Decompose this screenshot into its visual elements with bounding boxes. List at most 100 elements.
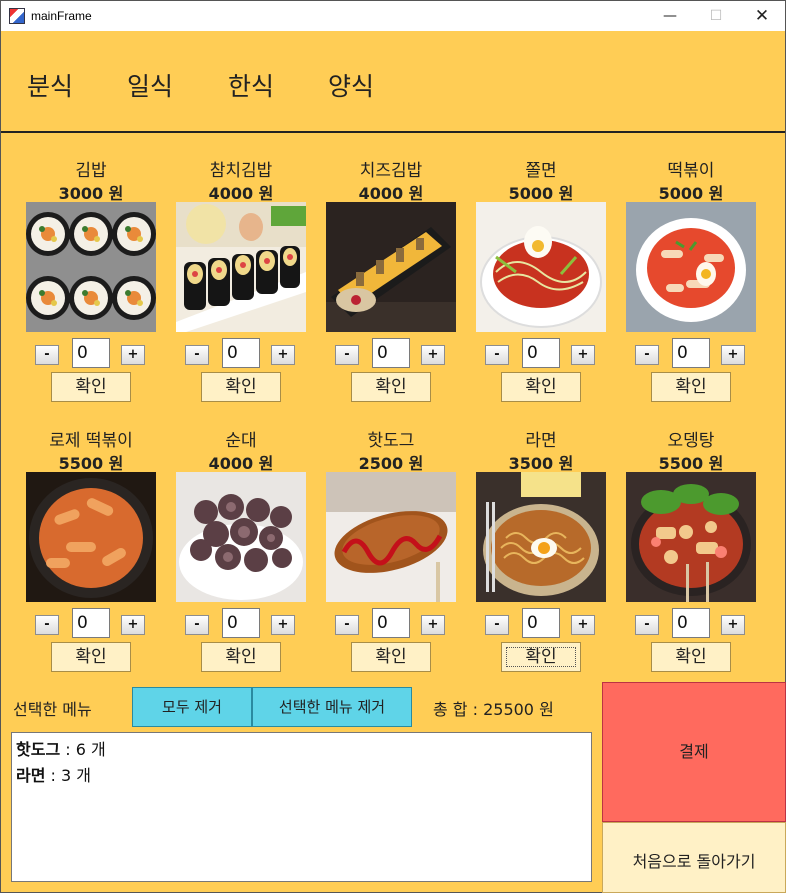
list-item[interactable]: 라면 : 3 개 (16, 763, 587, 789)
minus-button[interactable]: - (485, 345, 509, 365)
minus-button[interactable]: - (185, 615, 209, 635)
order-item-name: 핫도그 (16, 740, 61, 759)
confirm-button[interactable]: 확인 (351, 372, 431, 402)
quantity-field[interactable]: 0 (222, 338, 260, 368)
item-price: 5000 원 (508, 184, 574, 203)
confirm-button[interactable]: 확인 (501, 372, 581, 402)
title-bar: mainFrame — ☐ ✕ (1, 1, 785, 31)
item-price: 4000 원 (208, 184, 274, 203)
main-frame-window: mainFrame — ☐ ✕ 분식 일식 한식 양식 김밥 3000 원 - … (0, 0, 786, 893)
confirm-button[interactable]: 확인 (651, 642, 731, 672)
ramen-photo (476, 472, 606, 602)
confirm-button[interactable]: 확인 (201, 372, 281, 402)
confirm-button[interactable]: 확인 (501, 642, 581, 672)
confirm-button[interactable]: 확인 (651, 372, 731, 402)
odeng-tang-photo (626, 472, 756, 602)
item-price: 3500 원 (508, 454, 574, 473)
item-price: 5000 원 (658, 184, 724, 203)
minus-button[interactable]: - (335, 615, 359, 635)
cheese-gimbap-photo (326, 202, 456, 332)
maximize-button[interactable]: ☐ (693, 1, 739, 31)
remove-all-button[interactable]: 모두 제거 (132, 687, 252, 727)
order-list[interactable]: 핫도그 : 6 개 라면 : 3 개 (11, 732, 592, 882)
item-name: 오뎅탕 (667, 431, 715, 451)
item-name: 라면 (525, 431, 557, 451)
menu-item-tuna-gimbap: 참치김밥 4000 원 - 0 + 확인 (176, 156, 326, 416)
item-name: 떡볶이 (667, 161, 715, 181)
plus-button[interactable]: + (121, 345, 145, 365)
item-price: 2500 원 (358, 454, 424, 473)
plus-button[interactable]: + (121, 615, 145, 635)
category-bunsik[interactable]: 분식 (27, 67, 73, 103)
plus-button[interactable]: + (721, 345, 745, 365)
minus-button[interactable]: - (185, 345, 209, 365)
hotdog-photo (326, 472, 456, 602)
item-name: 치즈김밥 (359, 161, 423, 181)
order-item-name: 라면 (16, 766, 46, 785)
close-button[interactable]: ✕ (739, 1, 785, 31)
minus-button[interactable]: - (35, 345, 59, 365)
order-item-qty: : 3 개 (45, 766, 92, 785)
plus-button[interactable]: + (421, 345, 445, 365)
confirm-button[interactable]: 확인 (201, 642, 281, 672)
window-title: mainFrame (31, 9, 92, 23)
item-price: 5500 원 (58, 454, 124, 473)
quantity-field[interactable]: 0 (222, 608, 260, 638)
rose-tteokbokki-photo (26, 472, 156, 602)
category-yangsik[interactable]: 양식 (328, 67, 374, 103)
minus-button[interactable]: - (635, 615, 659, 635)
java-app-icon (9, 8, 25, 24)
plus-button[interactable]: + (421, 615, 445, 635)
item-price: 3000 원 (58, 184, 124, 203)
list-item[interactable]: 핫도그 : 6 개 (16, 737, 587, 763)
minus-button[interactable]: - (485, 615, 509, 635)
plus-button[interactable]: + (721, 615, 745, 635)
category-ilsik[interactable]: 일식 (127, 67, 173, 103)
menu-item-tteokbokki: 떡볶이 5000 원 - 0 + 확인 (626, 156, 776, 416)
order-item-qty: : 6 개 (60, 740, 106, 759)
item-price: 4000 원 (358, 184, 424, 203)
quantity-field[interactable]: 0 (372, 338, 410, 368)
menu-item-sundae: 순대 4000 원 - 0 + 확인 (176, 426, 326, 686)
plus-button[interactable]: + (571, 345, 595, 365)
quantity-field[interactable]: 0 (672, 608, 710, 638)
menu-item-hotdog: 핫도그 2500 원 - 0 + 확인 (326, 426, 476, 686)
item-name: 참치김밥 (209, 161, 273, 181)
minus-button[interactable]: - (35, 615, 59, 635)
minimize-button[interactable]: — (647, 1, 693, 31)
quantity-field[interactable]: 0 (72, 338, 110, 368)
remove-selected-button[interactable]: 선택한 메뉴 제거 (252, 687, 412, 727)
plus-button[interactable]: + (271, 345, 295, 365)
quantity-field[interactable]: 0 (72, 608, 110, 638)
category-hansik[interactable]: 한식 (228, 67, 274, 103)
menu-item-gimbap: 김밥 3000 원 - 0 + 확인 (26, 156, 176, 416)
item-price: 4000 원 (208, 454, 274, 473)
item-name: 김밥 (75, 161, 107, 181)
quantity-field[interactable]: 0 (372, 608, 410, 638)
plus-button[interactable]: + (271, 615, 295, 635)
menu-item-rose-tteokbokki: 로제 떡볶이 5500 원 - 0 + 확인 (26, 426, 176, 686)
pay-button[interactable]: 결제 (602, 682, 786, 822)
selected-menu-label: 선택한 메뉴 (13, 700, 92, 719)
category-bar: 분식 일식 한식 양식 (1, 31, 785, 133)
plus-button[interactable]: + (571, 615, 595, 635)
confirm-button[interactable]: 확인 (351, 642, 431, 672)
total-label: 총 합 : 25500 원 (433, 700, 554, 719)
menu-item-odeng-tang: 오뎅탕 5500 원 - 0 + 확인 (626, 426, 776, 686)
menu-item-ramen: 라면 3500 원 - 0 + 확인 (476, 426, 626, 686)
gimbap-photo (26, 202, 156, 332)
quantity-field[interactable]: 0 (522, 338, 560, 368)
quantity-field[interactable]: 0 (522, 608, 560, 638)
menu-item-cheese-gimbap: 치즈김밥 4000 원 - 0 + 확인 (326, 156, 476, 416)
tteokbokki-photo (626, 202, 756, 332)
item-name: 핫도그 (367, 431, 415, 451)
sundae-photo (176, 472, 306, 602)
back-to-start-button[interactable]: 처음으로 돌아가기 (602, 822, 786, 893)
confirm-button[interactable]: 확인 (51, 642, 131, 672)
jjolmyeon-photo (476, 202, 606, 332)
minus-button[interactable]: - (635, 345, 659, 365)
quantity-field[interactable]: 0 (672, 338, 710, 368)
minus-button[interactable]: - (335, 345, 359, 365)
confirm-button[interactable]: 확인 (51, 372, 131, 402)
item-name: 순대 (225, 431, 257, 451)
